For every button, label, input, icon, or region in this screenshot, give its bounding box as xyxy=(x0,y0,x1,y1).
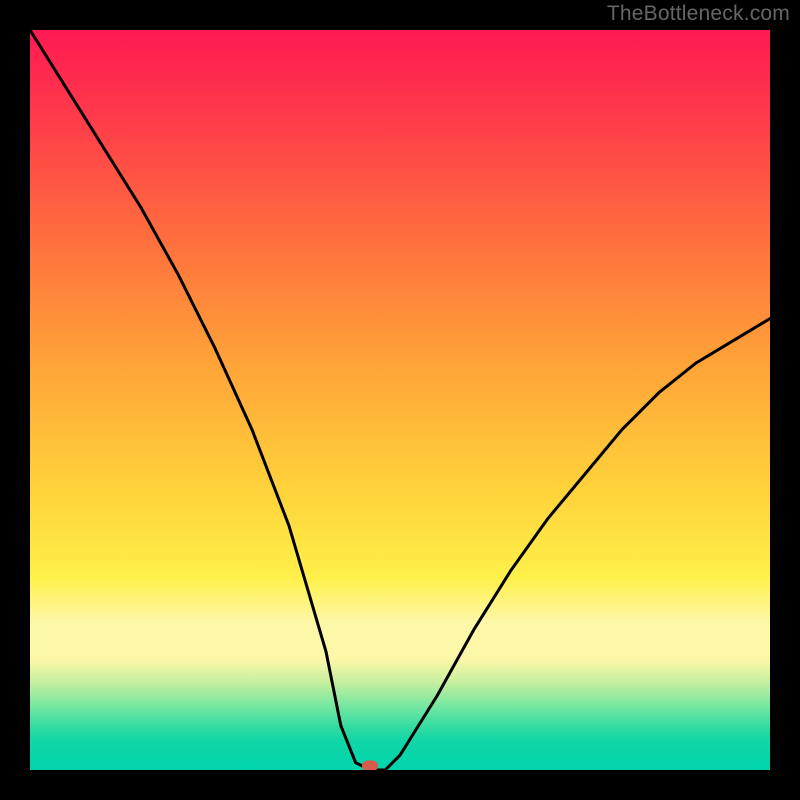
bottleneck-curve xyxy=(30,30,770,770)
plot-area xyxy=(30,30,770,770)
optimal-point-marker xyxy=(362,761,378,771)
chart-frame: TheBottleneck.com xyxy=(0,0,800,800)
attribution-label: TheBottleneck.com xyxy=(607,2,790,26)
